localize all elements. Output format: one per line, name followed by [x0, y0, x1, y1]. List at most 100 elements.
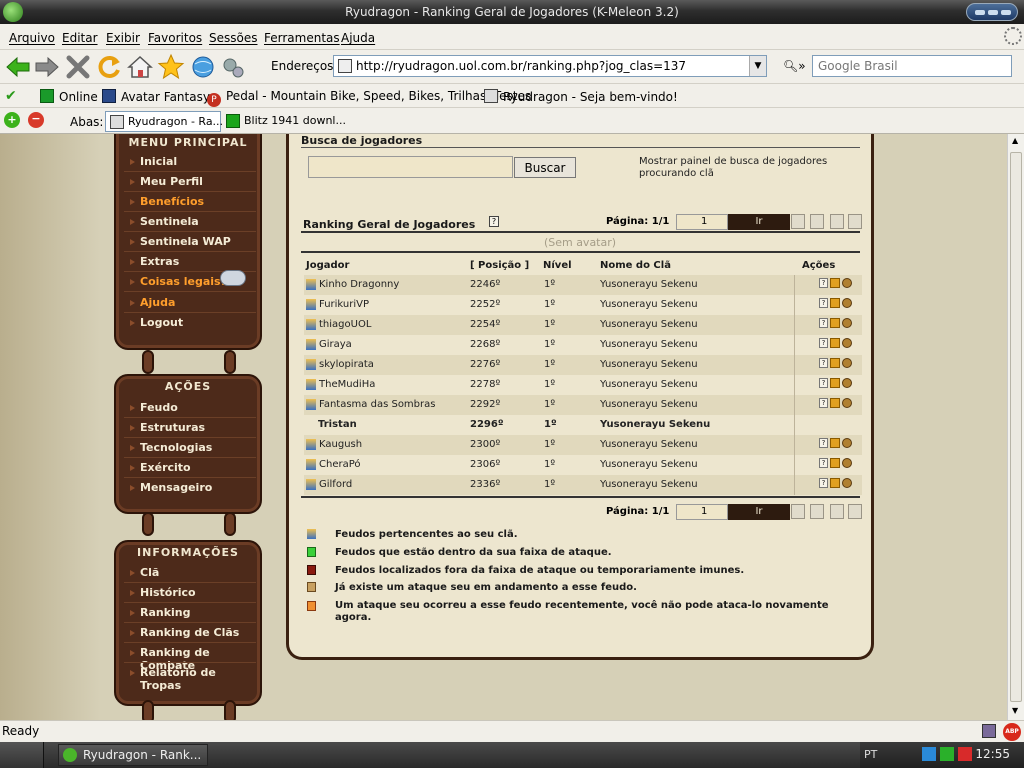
search-panel-link[interactable]: Mostrar painel de busca de jogadores pro… [639, 156, 869, 180]
attack-icon[interactable] [842, 378, 852, 388]
message-icon[interactable] [830, 378, 840, 388]
clan-name[interactable]: Yusonerayu Sekenu [600, 419, 710, 430]
menu-ajuda[interactable]: Ajuda [341, 31, 375, 45]
extension-icon[interactable] [982, 724, 996, 738]
menu-ferramentas[interactable]: Ferramentas [264, 31, 340, 45]
sidebar-item-ranking[interactable]: Ranking [130, 606, 191, 619]
scroll-down-icon[interactable]: ▼ [1012, 706, 1018, 715]
column-header-nivel[interactable]: Nível [543, 260, 572, 271]
sidebar-item-sentinela[interactable]: Sentinela [130, 215, 199, 228]
first-page-icon[interactable] [791, 504, 805, 519]
menu-arquivo[interactable]: Arquivo [9, 31, 55, 45]
sidebar-item-cla[interactable]: Clã [129, 566, 159, 579]
prev-page-icon[interactable] [810, 504, 824, 519]
adblock-icon[interactable]: ABP [1003, 723, 1021, 741]
attack-icon[interactable] [842, 318, 852, 328]
sidebar-item-beneficios[interactable]: Benefícios [129, 195, 204, 208]
attack-icon[interactable] [842, 398, 852, 408]
column-header-nome-cla[interactable]: Nome do Clã [600, 260, 671, 271]
player-search-input[interactable] [308, 156, 513, 178]
search-engine-icon[interactable]: 🔍︎» [783, 59, 806, 73]
info-icon[interactable]: ? [819, 478, 828, 488]
url-dropdown-icon[interactable]: ▼ [749, 56, 766, 76]
message-icon[interactable] [830, 478, 840, 488]
clan-name[interactable]: Yusonerayu Sekenu [600, 359, 698, 370]
prev-page-icon[interactable] [810, 214, 824, 229]
sidebar-item-logout[interactable]: Logout [129, 316, 183, 329]
gears-icon[interactable] [219, 53, 247, 81]
clan-name[interactable]: Yusonerayu Sekenu [600, 459, 698, 470]
tab-blitz[interactable]: Blitz 1941 downl... [222, 111, 346, 132]
info-icon[interactable]: ? [819, 378, 828, 388]
globe-icon[interactable] [189, 53, 217, 81]
search-button[interactable]: Buscar [514, 157, 576, 178]
next-page-icon[interactable] [830, 214, 844, 229]
close-tab-icon[interactable]: − [28, 112, 44, 128]
player-name[interactable]: skylopirata [319, 359, 374, 370]
clan-name[interactable]: Yusonerayu Sekenu [600, 379, 698, 390]
sidebar-item-inicial[interactable]: Inicial [129, 155, 177, 168]
stop-icon[interactable] [64, 53, 92, 81]
message-icon[interactable] [830, 438, 840, 448]
sidebar-item-mensageiro[interactable]: Mensageiro [129, 481, 212, 494]
clan-name[interactable]: Yusonerayu Sekenu [600, 339, 698, 350]
sidebar-item-ajuda[interactable]: Ajuda [129, 296, 175, 309]
attack-icon[interactable] [842, 298, 852, 308]
attack-icon[interactable] [842, 358, 852, 368]
info-icon[interactable]: ? [819, 298, 828, 308]
player-name[interactable]: TheMudiHa [319, 379, 375, 390]
url-input[interactable]: http://ryudragon.uol.com.br/ranking.php?… [333, 55, 767, 77]
sidebar-item-estruturas[interactable]: Estruturas [129, 421, 205, 434]
checkmark-icon[interactable]: ✔ [5, 88, 17, 104]
reload-icon[interactable] [95, 53, 123, 81]
player-name[interactable]: CheraPó [319, 459, 361, 470]
menu-exibir[interactable]: Exibir [106, 31, 140, 45]
page-number-input[interactable]: 1 [676, 504, 728, 520]
message-icon[interactable] [830, 398, 840, 408]
column-header-jogador[interactable]: Jogador [306, 260, 349, 271]
menu-sessoes[interactable]: Sessões [209, 31, 257, 45]
clan-name[interactable]: Yusonerayu Sekenu [600, 279, 698, 290]
clan-name[interactable]: Yusonerayu Sekenu [600, 319, 698, 330]
message-icon[interactable] [830, 298, 840, 308]
tray-app-icon[interactable] [940, 747, 954, 761]
forward-arrow-icon[interactable] [33, 53, 61, 81]
attack-icon[interactable] [842, 338, 852, 348]
sidebar-item-relatorio-tropas[interactable]: Relatório de Tropas [130, 666, 260, 692]
last-page-icon[interactable] [848, 214, 862, 229]
player-name[interactable]: Fantasma das Sombras [319, 399, 435, 410]
player-name[interactable]: Tristan [318, 419, 357, 430]
tab-ryudragon[interactable]: Ryudragon - Ra... [105, 111, 223, 132]
player-name[interactable]: Kinho Dragonny [319, 279, 399, 290]
info-icon[interactable]: ? [819, 358, 828, 368]
menu-editar[interactable]: Editar [62, 31, 98, 45]
attack-icon[interactable] [842, 478, 852, 488]
minimize-icon[interactable] [975, 10, 985, 15]
attack-icon[interactable] [842, 278, 852, 288]
info-icon[interactable]: ? [819, 278, 828, 288]
sidebar-item-sentinela-wap[interactable]: Sentinela WAP [130, 235, 231, 248]
vertical-scrollbar[interactable]: ▲ ▼ [1007, 134, 1024, 720]
info-icon[interactable]: ? [819, 438, 828, 448]
close-icon[interactable] [1001, 10, 1011, 15]
attack-icon[interactable] [842, 438, 852, 448]
search-input[interactable]: Google Brasil [812, 55, 1012, 77]
player-name[interactable]: FurikuriVP [319, 299, 369, 310]
bookmark-pedal[interactable]: P Pedal - Mountain Bike, Speed, Bikes, Tr… [207, 89, 531, 107]
first-page-icon[interactable] [791, 214, 805, 229]
scroll-thumb[interactable] [1010, 152, 1022, 702]
attack-icon[interactable] [842, 458, 852, 468]
sidebar-item-coisas-legais[interactable]: Coisas legais! [130, 275, 226, 288]
scroll-up-icon[interactable]: ▲ [1012, 136, 1018, 145]
sidebar-item-tecnologias[interactable]: Tecnologias [129, 441, 212, 454]
last-page-icon[interactable] [848, 504, 862, 519]
message-icon[interactable] [830, 278, 840, 288]
info-icon[interactable]: ? [819, 398, 828, 408]
bookmark-ryudragon[interactable]: Ryudragon - Seja bem-vindo! [484, 89, 678, 104]
sidebar-item-feudo[interactable]: Feudo [130, 401, 178, 414]
info-icon[interactable]: ? [819, 338, 828, 348]
clan-name[interactable]: Yusonerayu Sekenu [600, 399, 698, 410]
sidebar-item-extras[interactable]: Extras [129, 255, 179, 268]
message-icon[interactable] [830, 318, 840, 328]
clan-name[interactable]: Yusonerayu Sekenu [600, 439, 698, 450]
